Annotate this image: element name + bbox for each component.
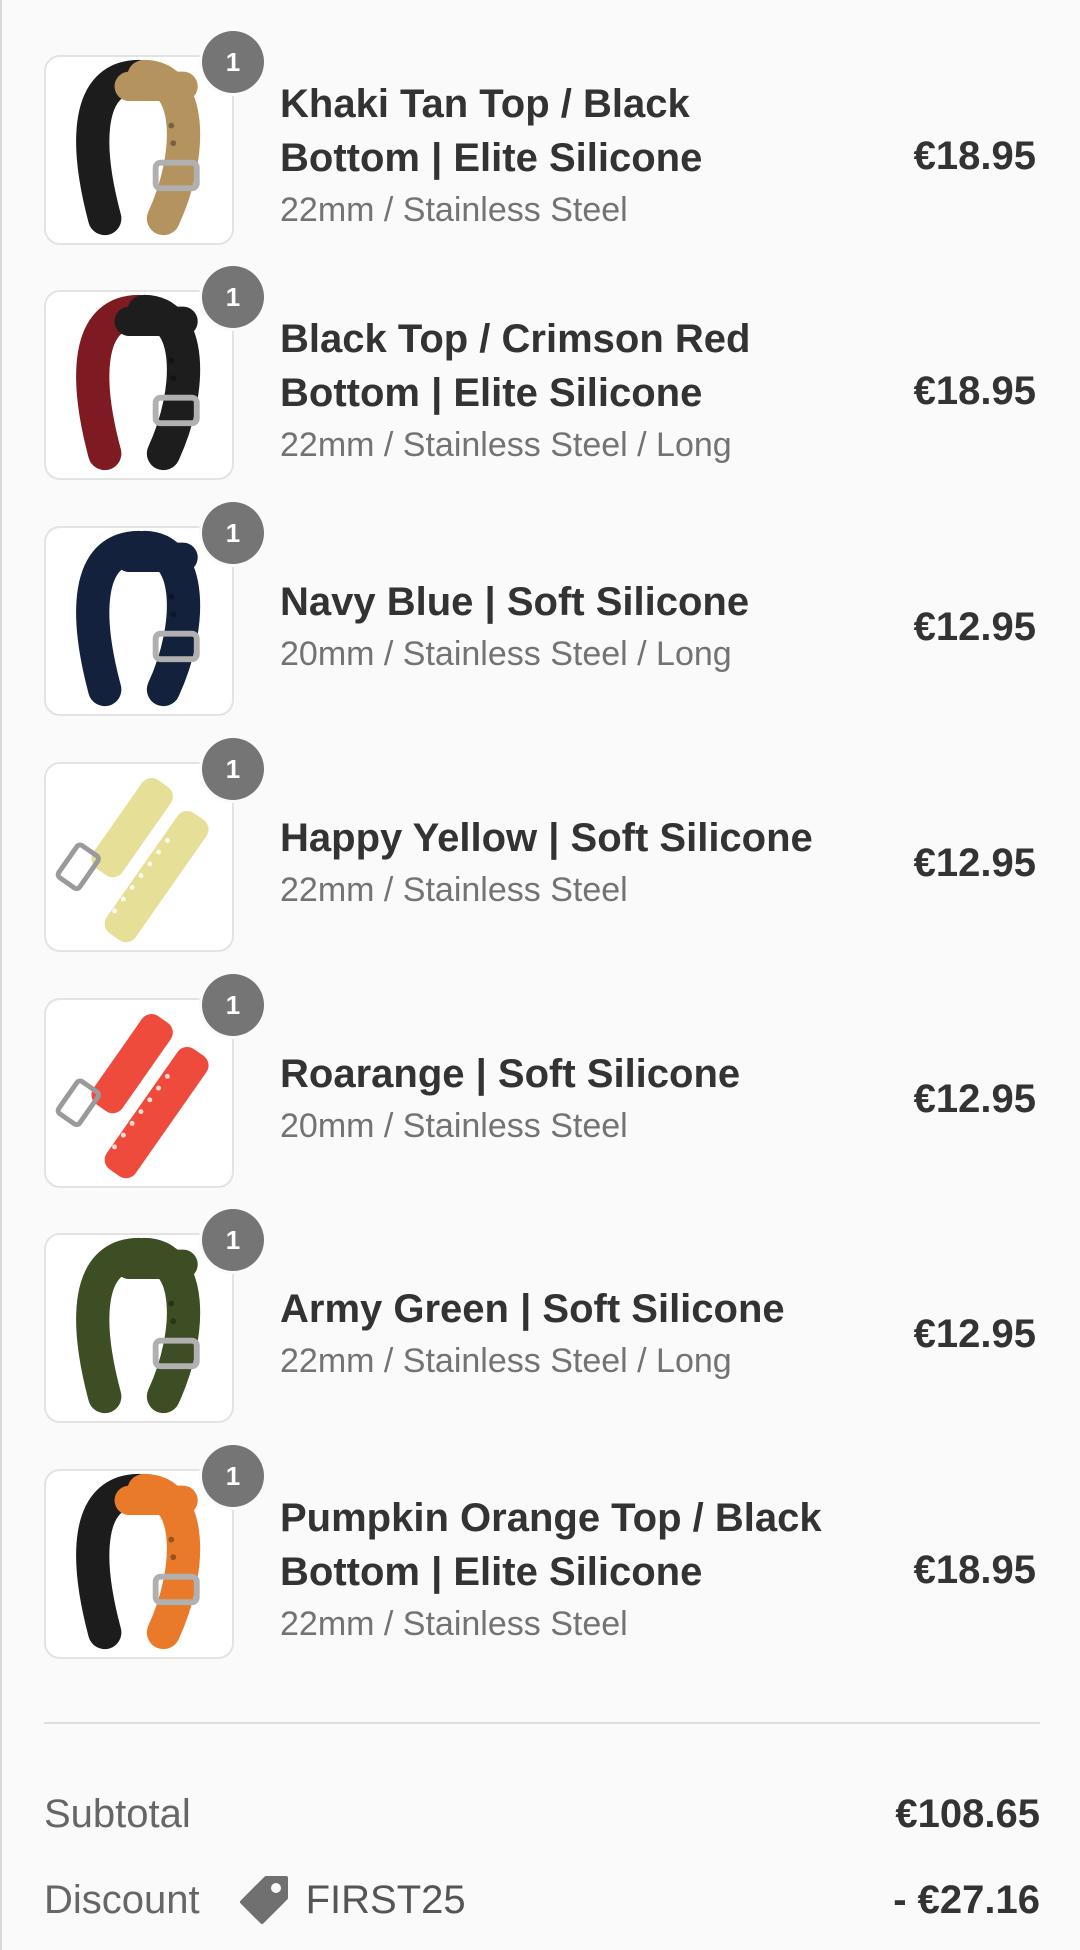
subtotal-value: €108.65	[895, 1791, 1040, 1836]
product-image	[44, 998, 234, 1188]
product-variant: 20mm / Stainless Steel	[280, 1107, 628, 1145]
cart-item: 1 Roarange | Soft Silicone 20mm / Stainl…	[44, 974, 1040, 1188]
cart-item: 1 Happy Yellow | Soft Silicone 22mm / St…	[44, 738, 1040, 952]
product-price: €12.95	[913, 1311, 1036, 1356]
cart-item: 1 Pumpkin Orange Top / Black Bottom | El…	[44, 1445, 1040, 1659]
subtotal-row: Subtotal €108.65	[44, 1784, 1040, 1844]
product-title: Black Top / Crimson Red Bottom | Elite S…	[280, 317, 751, 415]
product-title: Navy Blue | Soft Silicone	[280, 580, 750, 624]
product-image	[44, 290, 234, 480]
cart-item: 1 Army Green | Soft Silicone 22mm / Stai…	[44, 1209, 1040, 1423]
product-image	[44, 55, 234, 245]
product-variant: 20mm / Stainless Steel / Long	[280, 635, 732, 673]
discount-value: - €27.16	[893, 1877, 1040, 1922]
product-price: €18.95	[913, 133, 1036, 178]
summary-divider	[44, 1722, 1040, 1724]
quantity-badge: 1	[202, 974, 264, 1036]
product-price: €12.95	[913, 1076, 1036, 1121]
cart-item: 1 Black Top / Crimson Red Bottom | Elite…	[44, 266, 1040, 480]
quantity-badge: 1	[202, 738, 264, 800]
discount-label: Discount	[44, 1877, 200, 1922]
product-variant: 22mm / Stainless Steel	[280, 1605, 628, 1643]
product-image	[44, 1469, 234, 1659]
product-title: Khaki Tan Top / Black Bottom | Elite Sil…	[280, 82, 703, 180]
product-variant: 22mm / Stainless Steel	[280, 871, 628, 909]
product-variant: 22mm / Stainless Steel	[280, 191, 628, 229]
discount-code: FIRST25	[305, 1877, 466, 1922]
product-title: Happy Yellow | Soft Silicone	[280, 816, 813, 860]
cart-item: 1 Khaki Tan Top / Black Bottom | Elite S…	[44, 31, 1040, 245]
product-image	[44, 1233, 234, 1423]
product-price: €12.95	[913, 604, 1036, 649]
product-price: €18.95	[913, 368, 1036, 413]
product-title: Roarange | Soft Silicone	[280, 1052, 741, 1096]
product-variant: 22mm / Stainless Steel / Long	[280, 426, 732, 464]
discount-row: Discount FIRST25 - €27.16	[44, 1870, 1040, 1930]
subtotal-label: Subtotal	[44, 1791, 191, 1836]
product-title: Pumpkin Orange Top / Black Bottom | Elit…	[280, 1496, 822, 1594]
discount-code-chip: FIRST25	[236, 1872, 466, 1928]
order-summary: 1 Khaki Tan Top / Black Bottom | Elite S…	[0, 0, 1080, 1950]
quantity-badge: 1	[202, 502, 264, 564]
cart-item: 1 Navy Blue | Soft Silicone 20mm / Stain…	[44, 502, 1040, 716]
quantity-badge: 1	[202, 1209, 264, 1271]
product-price: €12.95	[913, 840, 1036, 885]
product-price: €18.95	[913, 1547, 1036, 1592]
product-title: Army Green | Soft Silicone	[280, 1287, 785, 1331]
tag-icon	[239, 1876, 288, 1924]
product-variant: 22mm / Stainless Steel / Long	[280, 1342, 732, 1380]
quantity-badge: 1	[202, 266, 264, 328]
product-image	[44, 762, 234, 952]
quantity-badge: 1	[202, 31, 264, 93]
product-image	[44, 526, 234, 716]
quantity-badge: 1	[202, 1445, 264, 1507]
